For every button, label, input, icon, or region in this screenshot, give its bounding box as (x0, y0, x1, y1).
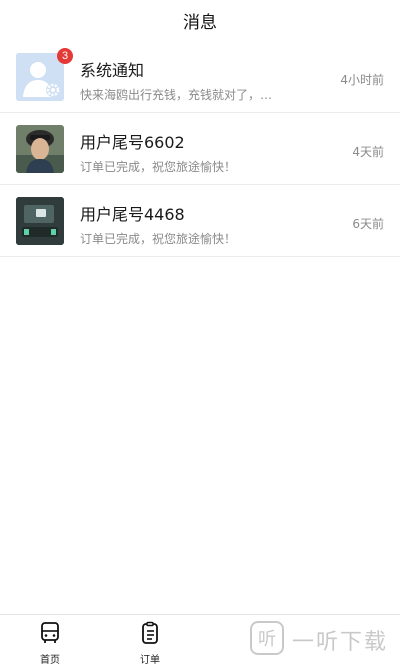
message-sender: 用户尾号4468 (80, 205, 185, 224)
watermark: 听 一听下载 (250, 620, 388, 660)
tab-label: 首页 (40, 655, 60, 666)
message-time: 6天前 (352, 217, 384, 231)
message-time: 4天前 (352, 145, 384, 159)
message-item-user-4468[interactable]: 用户尾号4468 订单已完成，祝您旅途愉快！ 6天前 (0, 185, 400, 257)
watermark-text: 一听下载 (292, 630, 389, 655)
message-item-system[interactable]: 3 系统通知 快来海鸥出行充钱，充钱就对了，… 4小时前 (0, 41, 400, 113)
message-preview: 订单已完成，祝您旅途愉快！ (80, 160, 237, 174)
system-avatar (16, 53, 64, 101)
user-avatar (16, 125, 64, 173)
message-sender: 用户尾号6602 (80, 133, 185, 152)
unread-badge: 3 (57, 48, 73, 64)
message-preview: 订单已完成，祝您旅途愉快！ (80, 232, 237, 246)
bus-icon (38, 621, 62, 649)
user-avatar (16, 197, 64, 245)
tab-label: 订单 (140, 655, 160, 666)
message-sender: 系统通知 (80, 61, 145, 80)
message-item-user-6602[interactable]: 用户尾号6602 订单已完成，祝您旅途愉快！ 4天前 (0, 113, 400, 185)
watermark-logo: 听 (250, 621, 284, 659)
svg-text:听: 听 (258, 629, 276, 650)
message-list: 3 系统通知 快来海鸥出行充钱，充钱就对了，… 4小时前 用户尾号6602 订单… (0, 41, 400, 257)
page-header: 消息 (0, 0, 400, 40)
message-preview: 快来海鸥出行充钱，充钱就对了，… (80, 88, 273, 102)
tab-home[interactable]: 首页 (30, 621, 70, 666)
page-title: 消息 (183, 12, 217, 33)
order-icon (138, 621, 162, 649)
tab-orders[interactable]: 订单 (130, 621, 170, 666)
message-time: 4小时前 (340, 73, 384, 87)
